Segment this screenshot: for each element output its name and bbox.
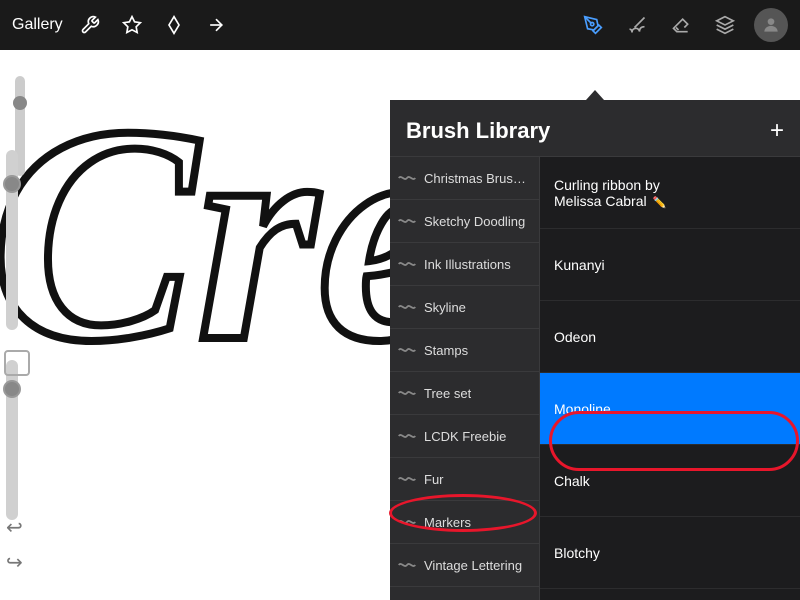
category-label-christmas: Christmas Brushes — [424, 171, 529, 186]
brush-stroke-preview — [626, 534, 786, 572]
square-button[interactable] — [4, 350, 30, 376]
category-label-treeset: Tree set — [424, 386, 471, 401]
brush-name: Monoline — [554, 401, 611, 417]
brush-name: Curling ribbon by Melissa Cabral✏️ — [554, 177, 689, 209]
top-toolbar: Gallery — [0, 0, 800, 50]
category-icon-fur — [396, 468, 418, 490]
category-icon-vintage — [396, 554, 418, 576]
avatar-icon[interactable] — [754, 8, 788, 42]
pen-tool-icon[interactable] — [578, 10, 608, 40]
category-icon-treeset — [396, 382, 418, 404]
undo-button[interactable] — [6, 112, 34, 140]
brush-item-odeon[interactable]: Odeon — [540, 301, 800, 373]
brush-item-kunanyi[interactable]: Kunanyi — [540, 229, 800, 301]
category-icon-ink — [396, 253, 418, 275]
brush-stroke-preview — [689, 174, 786, 212]
category-item-sketchy[interactable]: Sketchy Doodling — [390, 200, 539, 243]
brush-name: Kunanyi — [554, 257, 605, 273]
category-item-ink[interactable]: Ink Illustrations — [390, 243, 539, 286]
category-item-skyline[interactable]: Skyline — [390, 286, 539, 329]
brush-stroke-preview — [626, 390, 786, 428]
category-item-fur[interactable]: Fur — [390, 458, 539, 501]
canvas-lettering: Cre — [0, 80, 455, 390]
category-item-lcdk[interactable]: LCDK Freebie — [390, 415, 539, 458]
brush-name: Odeon — [554, 329, 596, 345]
brush-name: Chalk — [554, 473, 590, 489]
toolbar-right — [578, 8, 788, 42]
undo-redo-area: ↩ ↪ — [6, 515, 23, 575]
category-list: Christmas Brushes Sketchy Doodling Ink Ill… — [390, 157, 540, 600]
brush-item-curling-ribbon-by-melissa-cabral[interactable]: Curling ribbon by Melissa Cabral✏️ — [540, 157, 800, 229]
magic-icon[interactable] — [117, 10, 147, 40]
category-icon-christmas — [396, 167, 418, 189]
size-slider[interactable] — [6, 360, 18, 520]
brush-panel-title: Brush Library — [406, 118, 550, 144]
brush-item-blotchy[interactable]: Blotchy — [540, 517, 800, 589]
category-label-lcdk: LCDK Freebie — [424, 429, 506, 444]
panel-caret — [586, 90, 604, 100]
brush-stroke-preview — [626, 246, 786, 284]
category-label-fur: Fur — [424, 472, 444, 487]
brush-item-streaks[interactable]: Streaks — [540, 589, 800, 600]
category-label-markers: Markers — [424, 515, 471, 530]
opacity-slider[interactable] — [6, 150, 18, 330]
wrench-icon[interactable] — [75, 10, 105, 40]
category-icon-skyline — [396, 296, 418, 318]
category-icon-stamps — [396, 339, 418, 361]
arrow-icon[interactable] — [201, 10, 231, 40]
brush-item-chalk[interactable]: Chalk — [540, 445, 800, 517]
brush-stroke-preview — [626, 462, 786, 500]
edit-icon[interactable]: ✏️ — [653, 197, 667, 209]
brush-item-monoline[interactable]: Monoline — [540, 373, 800, 445]
toolbar-left: Gallery — [12, 10, 231, 40]
add-brush-button[interactable]: + — [770, 119, 784, 143]
brush-panel-body: Christmas Brushes Sketchy Doodling Ink Ill… — [390, 157, 800, 600]
brush-stroke-preview — [626, 318, 786, 356]
brush-name: Blotchy — [554, 545, 600, 561]
category-item-christmas[interactable]: Christmas Brushes — [390, 157, 539, 200]
eraser-tool-icon[interactable] — [666, 10, 696, 40]
brush-library-panel: Brush Library + Christmas Brushes Sketchy… — [390, 100, 800, 600]
brush-list: Curling ribbon by Melissa Cabral✏️ Kunany… — [540, 157, 800, 600]
category-label-stamps: Stamps — [424, 343, 468, 358]
category-item-markers[interactable]: Markers — [390, 501, 539, 544]
category-label-ink: Ink Illustrations — [424, 257, 511, 272]
category-icon-markers — [396, 511, 418, 533]
category-item-treeset[interactable]: Tree set — [390, 372, 539, 415]
category-icon-sketchy — [396, 210, 418, 232]
category-label-vintage: Vintage Lettering — [424, 558, 522, 573]
category-item-vintage[interactable]: Vintage Lettering — [390, 544, 539, 587]
brush-tool-icon[interactable] — [622, 10, 652, 40]
undo-button[interactable]: ↩ — [6, 515, 23, 540]
redo-button[interactable]: ↪ — [6, 550, 23, 575]
category-item-grid[interactable]: Grid Builder — [390, 587, 539, 600]
gallery-button[interactable]: Gallery — [12, 16, 63, 34]
s-icon[interactable] — [159, 10, 189, 40]
category-label-sketchy: Sketchy Doodling — [424, 214, 525, 229]
category-label-skyline: Skyline — [424, 300, 466, 315]
category-item-stamps[interactable]: Stamps — [390, 329, 539, 372]
canvas-area[interactable]: Cre ↩ ↪ Brush Library + Christmas Brushe… — [0, 50, 800, 600]
category-icon-lcdk — [396, 425, 418, 447]
brush-panel-header: Brush Library + — [390, 100, 800, 157]
layers-tool-icon[interactable] — [710, 10, 740, 40]
